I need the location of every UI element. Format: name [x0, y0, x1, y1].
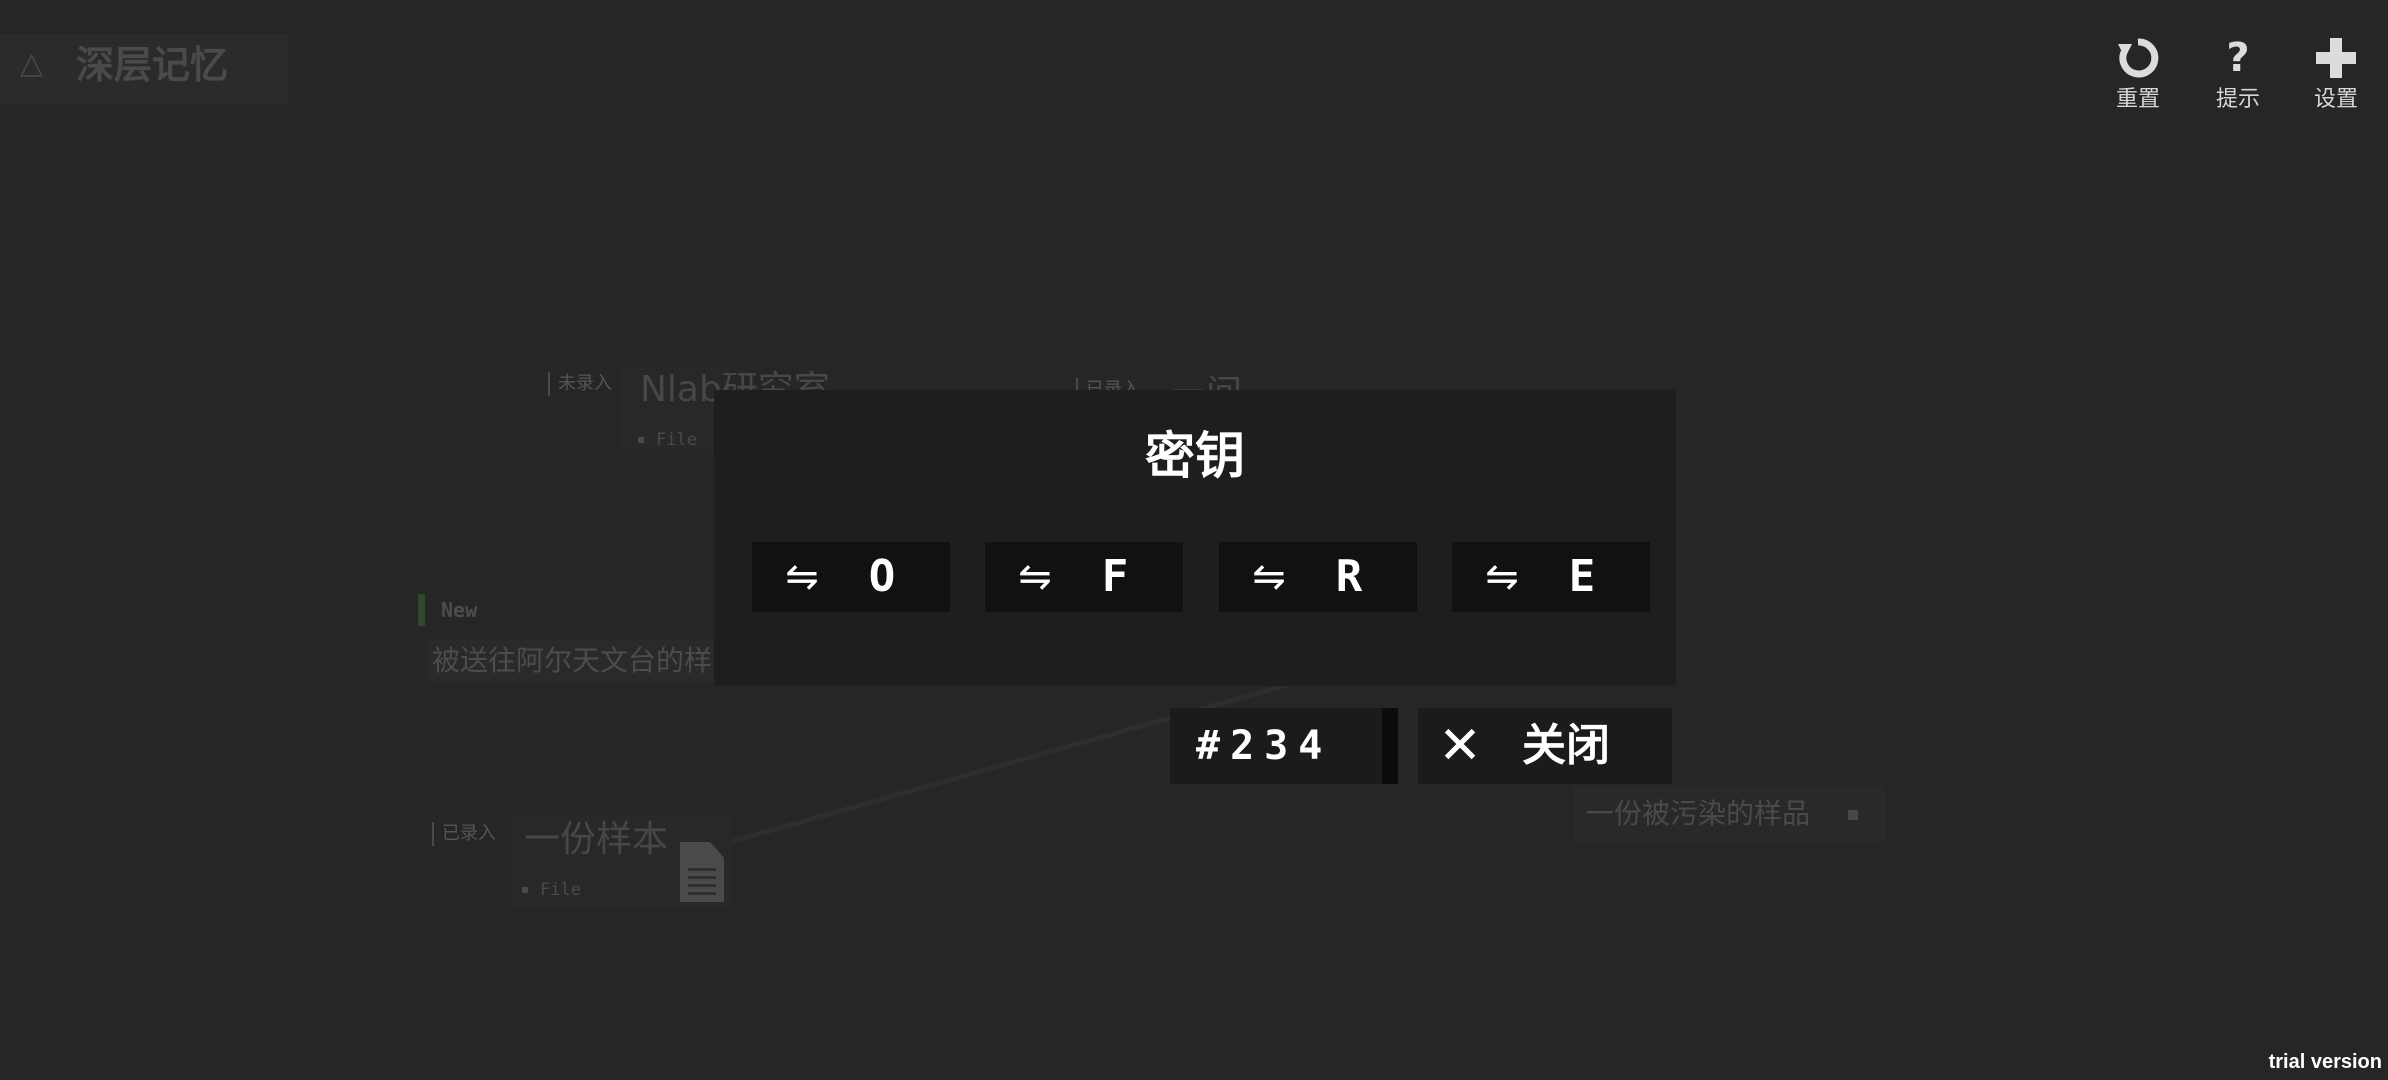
- node-contaminated[interactable]: 一份被污染的样品: [1574, 786, 1886, 842]
- dialog-title: 密钥: [1145, 427, 1245, 485]
- key-slot-1[interactable]: ⇋ O: [752, 542, 950, 612]
- key-letter: F: [1101, 551, 1129, 602]
- node-sample-sub: File: [522, 880, 581, 900]
- trial-watermark: trial version: [2268, 1051, 2382, 1073]
- chapter-title: 深层记忆: [76, 43, 229, 87]
- node-contaminated-text: 一份被污染的样品: [1586, 797, 1811, 830]
- code-text: #234: [1196, 723, 1333, 769]
- key-letter: R: [1335, 551, 1363, 602]
- swap-arrow-icon: ⇋: [1485, 554, 1519, 600]
- hint-button[interactable]: ? 提示: [2198, 36, 2278, 126]
- key-letter: O: [868, 551, 896, 602]
- code-divider: [1382, 708, 1398, 784]
- new-node-text[interactable]: 被送往阿尔天文台的样: [428, 640, 717, 682]
- node-sample-title[interactable]: 一份样本: [524, 818, 668, 862]
- game-screen: △ 深层记忆 未录入 Nlab研究室 File 已录入 一间 New 被送往阿尔…: [0, 0, 2388, 1080]
- node-lab-tag: 未录入: [548, 372, 612, 396]
- code-display: #234: [1170, 708, 1382, 784]
- swap-arrow-icon: ⇋: [785, 554, 819, 600]
- node-sample-tag: 已录入: [432, 822, 496, 846]
- chapter-title-box: △ 深层记忆: [0, 34, 288, 104]
- node-lab-sub: File: [638, 430, 697, 450]
- file-icon: [680, 842, 724, 902]
- square-dot-icon: [1848, 810, 1858, 820]
- close-icon: ✕: [1438, 716, 1482, 776]
- swap-arrow-icon: ⇋: [1252, 554, 1286, 600]
- refresh-icon: [2116, 36, 2160, 80]
- swap-arrow-icon: ⇋: [1018, 554, 1052, 600]
- settings-button[interactable]: 设置: [2296, 36, 2376, 126]
- close-label: 关闭: [1522, 720, 1610, 771]
- key-slot-2[interactable]: ⇋ F: [985, 542, 1183, 612]
- key-dialog: 密钥 ⇋ O ⇋ F ⇋ R ⇋ E: [714, 390, 1676, 686]
- close-button[interactable]: ✕ 关闭: [1418, 708, 1672, 784]
- triangle-outline-icon: △: [20, 46, 44, 81]
- plus-icon: [2314, 36, 2358, 80]
- question-icon: ?: [2226, 35, 2250, 81]
- settings-label: 设置: [2313, 87, 2358, 112]
- key-letter: E: [1568, 551, 1596, 602]
- reset-label: 重置: [2115, 87, 2160, 112]
- key-slot-3[interactable]: ⇋ R: [1219, 542, 1417, 612]
- hint-label: 提示: [2215, 87, 2260, 112]
- reset-button[interactable]: 重置: [2098, 36, 2178, 126]
- new-tag: New: [418, 594, 541, 626]
- key-slot-4[interactable]: ⇋ E: [1452, 542, 1650, 612]
